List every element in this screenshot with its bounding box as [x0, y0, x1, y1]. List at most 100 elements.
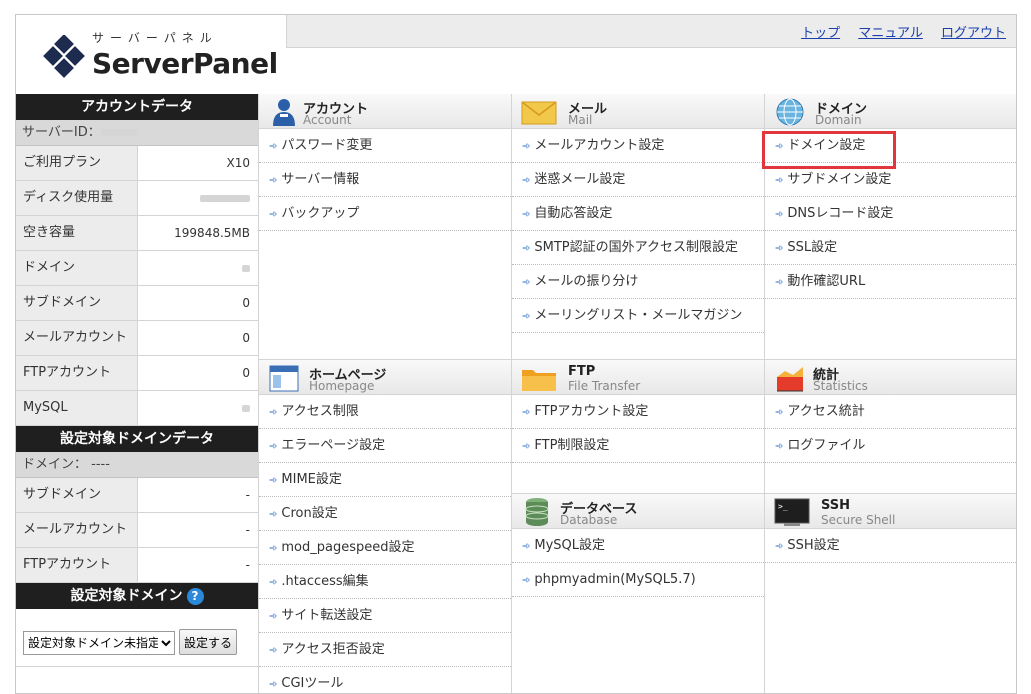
account-row: サブドメイン 0: [16, 286, 258, 321]
ssh-terminal-icon: >_: [774, 498, 810, 526]
item-label: サブドメイン設定: [787, 172, 892, 187]
row-label: ディスク使用量: [16, 181, 138, 215]
item-label: アクセス制限: [281, 404, 359, 419]
menu-item-mysql[interactable]: ➾ MySQL設定: [512, 529, 764, 563]
item-label: サイト転送設定: [281, 608, 373, 623]
arrow-icon: ➾: [522, 209, 531, 220]
menu-item-mime[interactable]: ➾ MIME設定: [259, 463, 511, 497]
arrow-icon: ➾: [522, 441, 531, 452]
item-label: アクセス統計: [787, 404, 865, 419]
row-label: FTPアカウント: [16, 356, 138, 390]
menu-item-mailing-list[interactable]: ➾ メーリングリスト・メールマガジン: [512, 299, 764, 333]
menu-item-test-url[interactable]: ➾ 動作確認URL: [765, 265, 1016, 299]
set-domain-button[interactable]: 設定する: [179, 629, 237, 655]
row-label: サブドメイン: [16, 286, 138, 320]
account-row: 空き容量 199848.5MB: [16, 216, 258, 251]
row-value: 0: [242, 366, 250, 380]
arrow-icon: ➾: [269, 577, 278, 588]
domain-panel-header: ドメイン Domain: [765, 94, 1016, 129]
ssh-panel: >_ SSH Secure Shell ➾ SSH設定: [764, 493, 1016, 693]
item-label: メールの振り分け: [534, 274, 639, 289]
menu-item-cgi-tools[interactable]: ➾ CGIツール: [259, 667, 511, 693]
menu-item-autoreply[interactable]: ➾ 自動応答設定: [512, 197, 764, 231]
item-label: 動作確認URL: [787, 274, 866, 289]
menu-item-access-deny[interactable]: ➾ アクセス拒否設定: [259, 633, 511, 667]
domain-data-title: 設定対象ドメインデータ: [16, 426, 258, 452]
item-label: phpmyadmin(MySQL5.7): [534, 572, 696, 587]
menu-item-ftp-account[interactable]: ➾ FTPアカウント設定: [512, 395, 764, 429]
row-label: ご利用プラン: [16, 146, 138, 180]
menu-item-access-stats[interactable]: ➾ アクセス統計: [765, 395, 1016, 429]
menu-item-pagespeed[interactable]: ➾ mod_pagespeed設定: [259, 531, 511, 565]
item-label: Cron設定: [281, 506, 338, 521]
menu-item-site-redirect[interactable]: ➾ サイト転送設定: [259, 599, 511, 633]
panel-subtitle: Statistics: [813, 379, 868, 393]
row-value: X10: [226, 156, 251, 170]
menu-item-backup[interactable]: ➾ バックアップ: [259, 197, 511, 231]
help-icon[interactable]: ?: [186, 587, 204, 605]
menu-item-password[interactable]: ➾ パスワード変更: [259, 129, 511, 163]
logo-mark-icon: [43, 35, 85, 78]
item-label: ログファイル: [787, 438, 866, 453]
account-row: FTPアカウント 0: [16, 356, 258, 391]
database-cylinder-icon: [525, 498, 549, 526]
account-panel: アカウント Account ➾ パスワード変更 ➾ サーバー情報 ➾ バックアップ: [258, 94, 511, 359]
arrow-icon: ➾: [522, 541, 531, 552]
serverpanel-logo[interactable]: サーバーパネル ServerPanel: [42, 23, 278, 87]
top-bar: トップ マニュアル ログアウト: [286, 15, 1016, 48]
arrow-icon: ➾: [269, 509, 278, 520]
item-label: DNSレコード設定: [787, 206, 894, 221]
arrow-icon: ➾: [775, 407, 784, 418]
target-domain-select[interactable]: 設定対象ドメイン未指定: [23, 630, 175, 655]
account-row: MySQL: [16, 391, 258, 426]
arrow-icon: ➾: [775, 209, 784, 220]
menu-item-mail-filter[interactable]: ➾ メールの振り分け: [512, 265, 764, 299]
menu-item-spam[interactable]: ➾ 迷惑メール設定: [512, 163, 764, 197]
menu-item-server-info[interactable]: ➾ サーバー情報: [259, 163, 511, 197]
panel-title: FTP: [568, 364, 596, 379]
domain-row: メールアカウント -: [16, 513, 258, 548]
arrow-icon: ➾: [522, 575, 531, 586]
menu-item-ssl[interactable]: ➾ SSL設定: [765, 231, 1016, 265]
menu-item-error-page[interactable]: ➾ エラーページ設定: [259, 429, 511, 463]
menu-item-dns-record[interactable]: ➾ DNSレコード設定: [765, 197, 1016, 231]
item-label: アクセス拒否設定: [281, 642, 385, 657]
item-label: MIME設定: [281, 472, 342, 487]
item-label: mod_pagespeed設定: [281, 540, 415, 555]
panel-subtitle: Homepage: [309, 379, 375, 393]
menu-item-access-restriction[interactable]: ➾ アクセス制限: [259, 395, 511, 429]
arrow-icon: ➾: [522, 175, 531, 186]
manual-link[interactable]: マニュアル: [858, 26, 923, 41]
menu-item-htaccess[interactable]: ➾ .htaccess編集: [259, 565, 511, 599]
arrow-icon: ➾: [269, 407, 278, 418]
row-label: ドメイン: [16, 251, 138, 285]
logo-title: ServerPanel: [92, 47, 278, 80]
menu-item-ftp-restriction[interactable]: ➾ FTP制限設定: [512, 429, 764, 463]
homepage-panel: ホームページ Homepage ➾ アクセス制限 ➾ エラーページ設定 ➾ MIME設…: [258, 359, 511, 693]
menu-item-cron[interactable]: ➾ Cron設定: [259, 497, 511, 531]
item-label: SMTP認証の国外アクセス制限設定: [534, 240, 738, 255]
row-label: 空き容量: [16, 216, 138, 250]
homepage-window-icon: [269, 365, 299, 392]
homepage-panel-header: ホームページ Homepage: [259, 360, 511, 395]
domain-globe-icon: [776, 98, 804, 126]
panel-subtitle: File Transfer: [568, 379, 641, 393]
menu-item-mail-account[interactable]: ➾ メールアカウント設定: [512, 129, 764, 163]
row-value: [138, 181, 258, 215]
panel-subtitle: Account: [303, 113, 352, 127]
menu-item-smtp-restriction[interactable]: ➾ SMTP認証の国外アクセス制限設定: [512, 231, 764, 265]
mail-envelope-icon: [521, 101, 557, 125]
logout-link[interactable]: ログアウト: [941, 26, 1006, 41]
mail-panel-header: メール Mail: [512, 94, 764, 129]
svg-text:>_: >_: [778, 502, 788, 511]
menu-item-ssh[interactable]: ➾ SSH設定: [765, 529, 1016, 563]
top-link[interactable]: トップ: [801, 26, 840, 41]
menu-item-log-file[interactable]: ➾ ログファイル: [765, 429, 1016, 463]
server-panel-frame: サーバーパネル ServerPanel トップ マニュアル ログアウト アカウン…: [15, 14, 1017, 694]
menu-item-phpmyadmin[interactable]: ➾ phpmyadmin(MySQL5.7): [512, 563, 764, 597]
row-value: -: [245, 558, 250, 572]
logo-subtitle: サーバーパネル: [92, 31, 218, 45]
domain-panel: ドメイン Domain ➾ ドメイン設定 ➾ サブドメイン設定 ➾ DNSレコード設定…: [762, 94, 1016, 359]
panel-title: SSH: [821, 498, 851, 513]
target-domain-title-text: 設定対象ドメイン: [70, 588, 183, 604]
